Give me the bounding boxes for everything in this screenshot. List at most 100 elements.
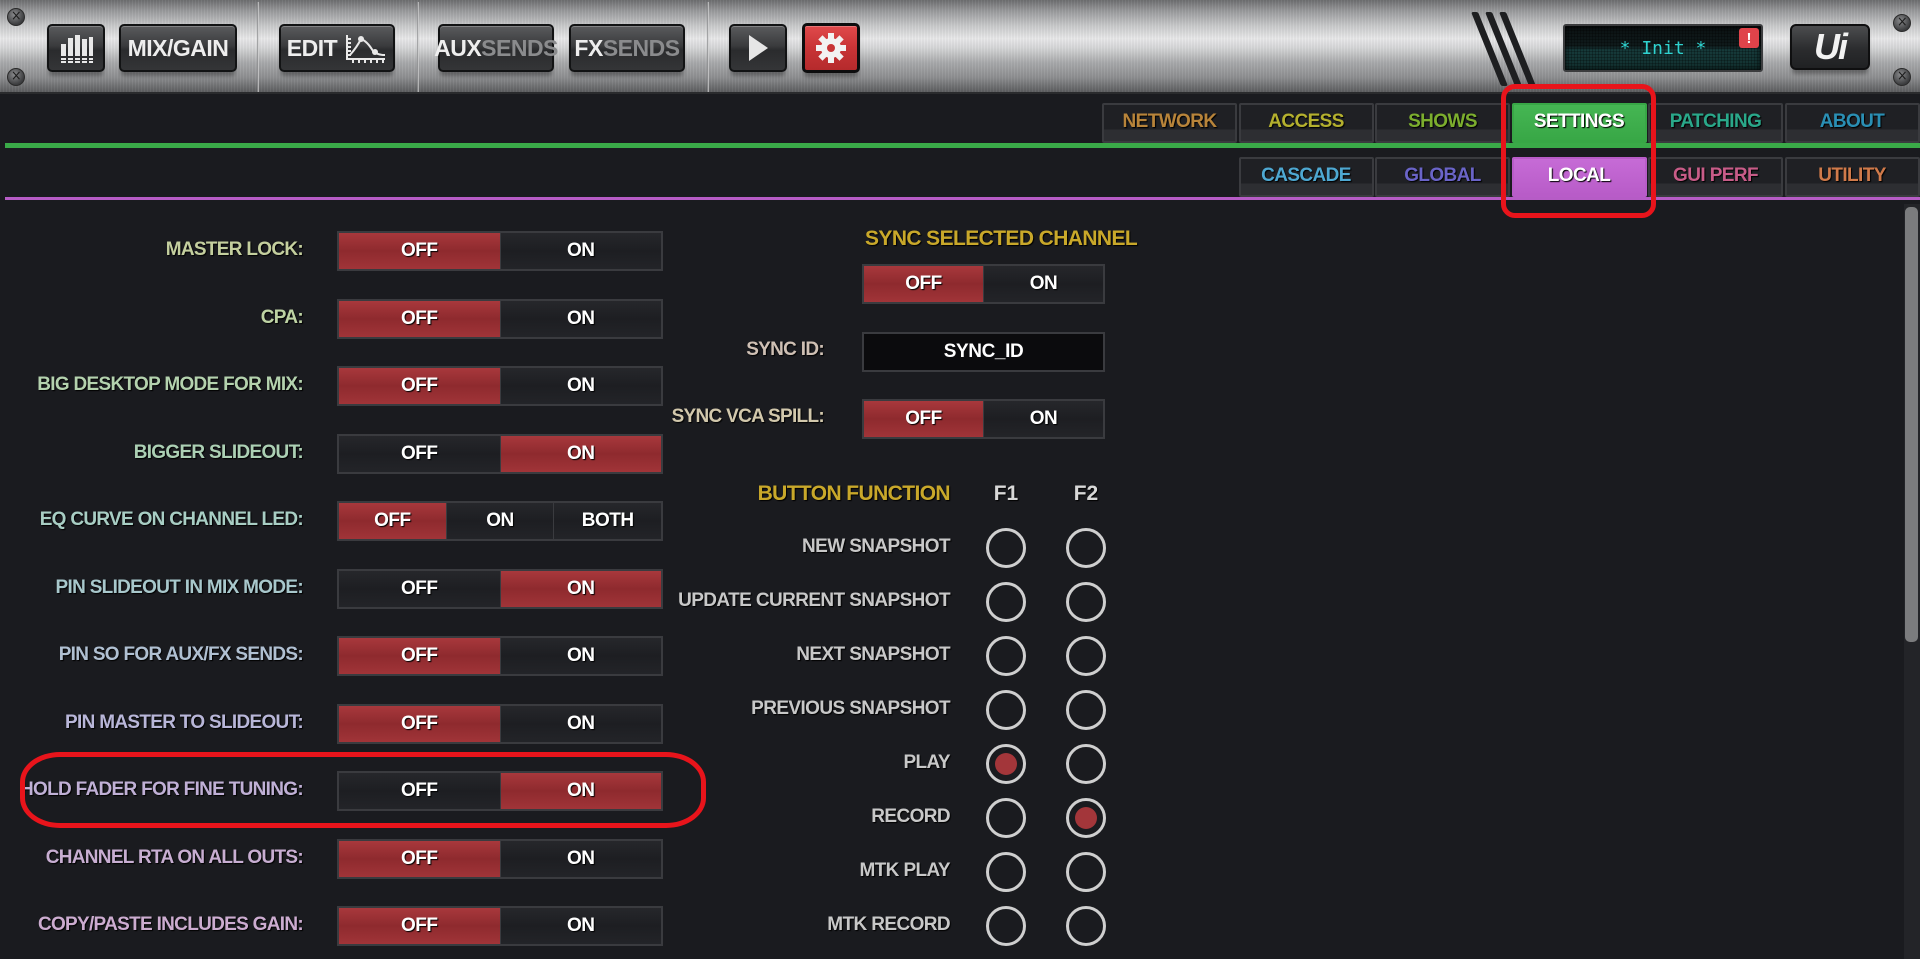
toggle-option-off[interactable]: OFF <box>339 705 500 742</box>
subtab-global[interactable]: GLOBAL <box>1375 157 1510 197</box>
toggle-option-on[interactable]: ON <box>499 435 661 472</box>
radio-f1[interactable] <box>986 636 1026 676</box>
radio-f2[interactable] <box>1066 744 1106 784</box>
setting-label: COPY/PASTE INCLUDES GAIN: <box>37 914 304 935</box>
setting-label: CPA: <box>260 306 304 328</box>
edit-label: EDIT <box>286 34 338 61</box>
button-function-label: RECORD <box>871 806 950 827</box>
status-display-text: * Init * <box>1619 37 1707 59</box>
toggle-option-on[interactable]: ON <box>499 570 661 607</box>
toggle-option-off[interactable]: OFF <box>339 300 500 337</box>
toggle-option-off[interactable]: OFF <box>864 401 983 437</box>
radio-f2[interactable] <box>1066 636 1106 676</box>
tab-patching[interactable]: PATCHING <box>1648 103 1783 143</box>
alert-badge[interactable]: ! <box>1739 28 1759 48</box>
toggle-option-off[interactable]: OFF <box>339 840 500 877</box>
play-button[interactable] <box>729 24 787 72</box>
button-function-label: MTK RECORD <box>827 914 950 935</box>
tab-network[interactable]: NETWORK <box>1102 103 1237 143</box>
radio-f2[interactable] <box>1066 690 1106 730</box>
radio-f2[interactable] <box>1066 582 1106 622</box>
toggle-option-on[interactable]: ON <box>499 840 661 877</box>
radio-f1[interactable] <box>986 852 1026 892</box>
meters-button[interactable] <box>47 24 105 72</box>
toggle-option-off[interactable]: OFF <box>339 503 446 539</box>
toggle-option-on[interactable]: ON <box>499 638 661 674</box>
subtab-cascade[interactable]: CASCADE <box>1238 157 1374 197</box>
tab-shows[interactable]: SHOWS <box>1375 103 1510 143</box>
toggle-option-on[interactable]: ON <box>499 705 661 742</box>
setting-label: PIN SLIDEOUT IN MIX MODE: <box>55 576 304 598</box>
ui-logo[interactable]: Ui <box>1790 24 1870 70</box>
toggle-option-off[interactable]: OFF <box>339 368 500 404</box>
radio-f2[interactable] <box>1066 528 1106 568</box>
tab-about[interactable]: ABOUT <box>1784 103 1920 143</box>
button-function-title: BUTTON FUNCTION <box>757 482 951 505</box>
setting-label: PIN MASTER TO SLIDEOUT: <box>65 711 304 733</box>
radio-f1[interactable] <box>986 798 1026 838</box>
f2-column-header: F2 <box>1073 482 1099 505</box>
toggle-option-both[interactable]: BOTH <box>553 503 662 539</box>
aux-sends-button[interactable]: AUX SENDS <box>434 24 558 72</box>
subtab-gui-perf[interactable]: GUI PERF <box>1648 157 1783 197</box>
toggle-option-on[interactable]: ON <box>983 266 1103 302</box>
screw-icon <box>7 68 25 86</box>
highlight-annotation-tabs <box>1501 84 1656 218</box>
button-function-label: NEXT SNAPSHOT <box>796 644 950 665</box>
toggle-option-off[interactable]: OFF <box>864 266 983 302</box>
radio-f2[interactable] <box>1066 906 1106 946</box>
sync-id-input[interactable]: SYNC_ID <box>862 332 1105 372</box>
toggle-option-off[interactable]: OFF <box>339 435 500 472</box>
toggle-option-off[interactable]: OFF <box>339 233 500 269</box>
aux-sends-dim: SENDS <box>481 34 558 61</box>
tab-access[interactable]: ACCESS <box>1238 103 1374 143</box>
fx-sends-button[interactable]: FX SENDS <box>569 24 685 72</box>
toolbar-divider <box>707 2 709 92</box>
screw-icon <box>1893 14 1911 32</box>
subtab-utility[interactable]: UTILITY <box>1784 157 1920 197</box>
screw-icon <box>7 8 25 26</box>
toggle-option-on[interactable]: ON <box>499 233 661 269</box>
fx-sends-bright: FX <box>574 34 603 61</box>
highlight-annotation-hold-fader <box>20 752 706 828</box>
setting-label: BIGGER SLIDEOUT: <box>133 441 304 463</box>
gear-icon <box>816 33 846 63</box>
toggle-option-on[interactable]: ON <box>499 368 661 404</box>
sync-selected-channel-toggle: OFF ON <box>862 264 1105 304</box>
radio-f1[interactable] <box>986 582 1026 622</box>
toggle-option-off[interactable]: OFF <box>339 570 500 607</box>
play-icon <box>749 35 768 61</box>
radio-f1[interactable] <box>986 528 1026 568</box>
settings-button[interactable] <box>802 23 860 73</box>
setting-label: BIG DESKTOP MODE FOR MIX: <box>37 374 303 395</box>
mix-gain-button[interactable]: MIX/GAIN <box>119 24 237 72</box>
f1-column-header: F1 <box>993 482 1019 505</box>
toggle-option-off[interactable]: OFF <box>339 638 500 674</box>
toggle-option-on[interactable]: ON <box>499 300 661 337</box>
button-function-label: UPDATE CURRENT SNAPSHOT <box>678 590 951 611</box>
sync-vca-spill-toggle: OFF ON <box>862 399 1105 439</box>
button-function-label: PLAY <box>903 752 950 773</box>
setting-toggle: OFF ON <box>337 231 663 271</box>
radio-f1[interactable] <box>986 690 1026 730</box>
toggle-option-on[interactable]: ON <box>499 908 661 944</box>
toggle-option-on[interactable]: ON <box>983 401 1103 437</box>
radio-selected-dot <box>995 753 1017 775</box>
scrollbar-thumb[interactable] <box>1905 207 1918 642</box>
setting-toggle: OFF ON <box>337 703 663 744</box>
radio-f2[interactable] <box>1066 852 1106 892</box>
setting-toggle: OFF ON <box>337 838 663 879</box>
radio-f2[interactable] <box>1066 798 1106 838</box>
button-function-label: MTK PLAY <box>859 860 950 881</box>
setting-label: PIN SO FOR AUX/FX SENDS: <box>58 644 304 665</box>
radio-f1[interactable] <box>986 906 1026 946</box>
toggle-option-off[interactable]: OFF <box>339 908 500 944</box>
radio-f1[interactable] <box>986 744 1026 784</box>
toggle-option-on[interactable]: ON <box>445 503 554 539</box>
meter-bars-icon <box>61 35 93 63</box>
setting-label: EQ CURVE ON CHANNEL LED: <box>39 509 304 530</box>
radio-selected-dot <box>1075 807 1097 829</box>
setting-toggle: OFF ON <box>337 366 663 406</box>
sync-vca-spill-label: SYNC VCA SPILL: <box>671 406 825 427</box>
edit-button[interactable]: EDIT <box>279 24 395 72</box>
